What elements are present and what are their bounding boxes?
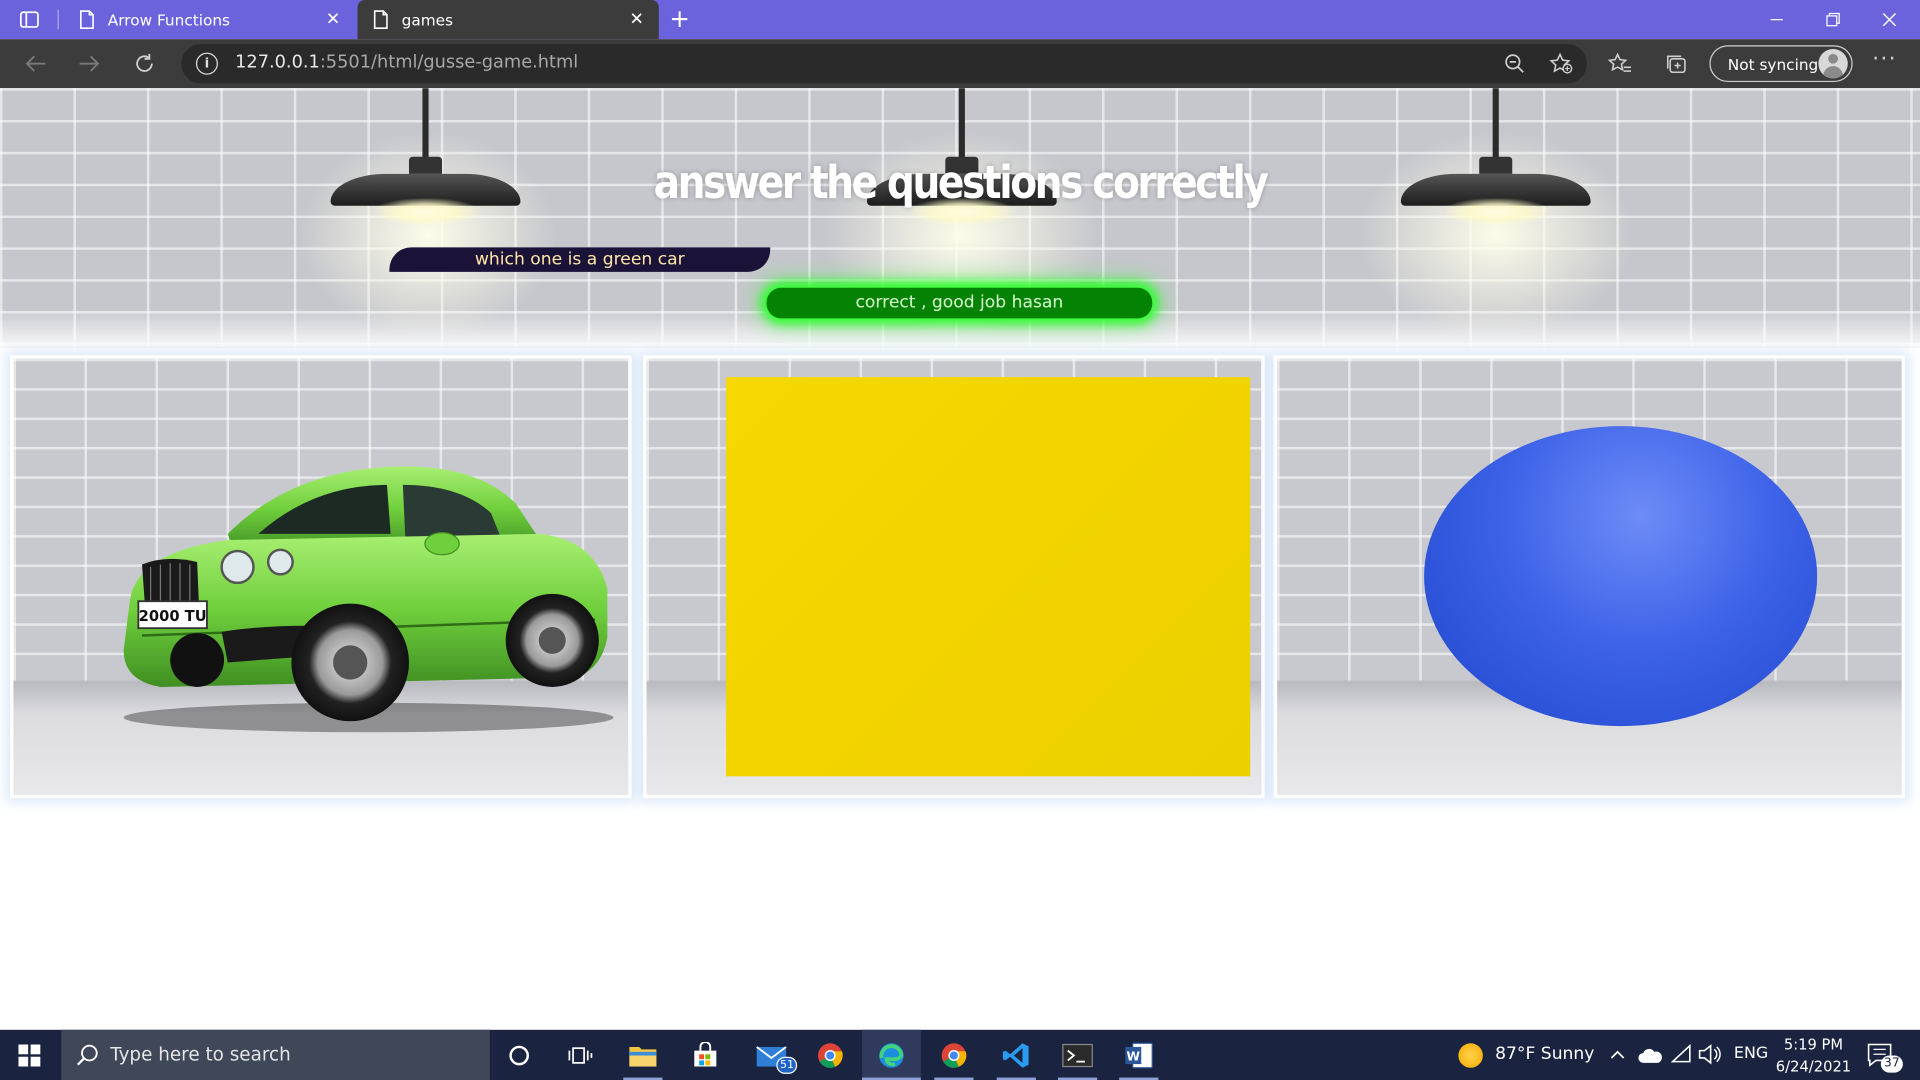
- tab-title: games: [401, 10, 454, 29]
- chevron-up-icon[interactable]: [1609, 1044, 1626, 1067]
- taskbar-search-box[interactable]: Type here to search: [61, 1029, 490, 1080]
- tab-games[interactable]: games ✕: [357, 0, 659, 40]
- add-favorite-icon[interactable]: [1548, 50, 1575, 77]
- url-text[interactable]: 127.0.0.1:5501/html/gusse-game.html: [235, 53, 578, 73]
- site-info-icon[interactable]: i: [195, 52, 218, 75]
- wifi-icon[interactable]: [1670, 1043, 1692, 1070]
- tab-separator: [57, 9, 59, 30]
- chrome-icon[interactable]: [924, 1030, 983, 1080]
- microsoft-store-icon[interactable]: [676, 1030, 735, 1080]
- back-button[interactable]: [17, 47, 54, 81]
- option-card-green-car[interactable]: 2000 TU: [9, 355, 632, 799]
- tab-arrow-functions[interactable]: Arrow Functions ✕: [64, 0, 355, 39]
- favorites-icon[interactable]: [1604, 49, 1636, 78]
- option-card-blue-ellipse[interactable]: [1273, 355, 1906, 799]
- more-menu-icon[interactable]: ···: [1869, 48, 1901, 78]
- search-icon: [76, 1044, 98, 1066]
- chrome-icon[interactable]: [801, 1030, 860, 1080]
- close-window-button[interactable]: [1861, 0, 1917, 39]
- svg-text:W: W: [1127, 1049, 1141, 1063]
- tab-title: Arrow Functions: [107, 10, 231, 29]
- avatar: [1818, 48, 1848, 79]
- mail-badge: 51: [776, 1056, 798, 1074]
- green-car-image: 2000 TU: [123, 466, 614, 733]
- volume-icon[interactable]: [1697, 1043, 1721, 1070]
- page-title: answer the questions correctly: [653, 155, 1269, 210]
- license-plate-text: 2000 TU: [139, 608, 207, 625]
- windows-taskbar: Type here to search 51 W 87°F Sunny ENG …: [0, 1029, 1920, 1080]
- word-icon[interactable]: W: [1109, 1030, 1168, 1080]
- tab-actions-icon[interactable]: [10, 5, 49, 34]
- tab-strip: Arrow Functions ✕ games ✕ +: [0, 0, 1920, 40]
- page-icon: [80, 10, 94, 29]
- search-placeholder: Type here to search: [110, 1043, 291, 1066]
- option-card-yellow-box[interactable]: [642, 355, 1265, 799]
- clock[interactable]: 5:19 PM 6/24/2021: [1771, 1033, 1857, 1077]
- clock-time: 5:19 PM: [1783, 1035, 1844, 1054]
- collections-icon[interactable]: [1660, 49, 1692, 78]
- vscode-icon[interactable]: [987, 1030, 1046, 1080]
- browser-toolbar: i 127.0.0.1:5501/html/gusse-game.html No…: [0, 39, 1920, 89]
- address-bar[interactable]: i 127.0.0.1:5501/html/gusse-game.html: [181, 44, 1587, 84]
- blue-ellipse-image: [1424, 426, 1818, 727]
- minimize-button[interactable]: [1749, 0, 1805, 39]
- weather-icon[interactable]: [1458, 1043, 1483, 1068]
- clock-date: 6/24/2021: [1775, 1057, 1852, 1076]
- cortana-icon[interactable]: [490, 1030, 549, 1080]
- new-tab-button[interactable]: +: [664, 5, 696, 34]
- start-button[interactable]: [0, 1030, 59, 1080]
- weather-text[interactable]: 87°F Sunny: [1495, 1044, 1594, 1064]
- task-view-icon[interactable]: [551, 1030, 610, 1080]
- mail-icon[interactable]: 51: [742, 1030, 801, 1080]
- file-explorer-icon[interactable]: [613, 1030, 672, 1080]
- language-indicator[interactable]: ENG: [1734, 1044, 1768, 1062]
- result-message: correct , good job hasan: [766, 287, 1153, 319]
- refresh-button[interactable]: [126, 47, 163, 81]
- notification-badge: 37: [1880, 1055, 1903, 1073]
- yellow-box-image: [726, 377, 1251, 777]
- forward-button[interactable]: [71, 47, 108, 81]
- close-tab-icon[interactable]: ✕: [627, 10, 647, 30]
- onedrive-icon[interactable]: [1638, 1046, 1662, 1069]
- zoom-icon[interactable]: [1501, 50, 1528, 77]
- edge-icon[interactable]: [862, 1029, 921, 1080]
- question-banner: which one is a green car: [389, 247, 771, 272]
- profile-sync-button[interactable]: Not syncing: [1709, 45, 1853, 83]
- page-icon: [373, 10, 388, 29]
- terminal-icon[interactable]: [1048, 1030, 1107, 1080]
- close-tab-icon[interactable]: ✕: [323, 10, 343, 30]
- game-page: answer the questions correctly which one…: [0, 88, 1920, 1030]
- windows-logo-icon: [18, 1043, 41, 1066]
- sync-label: Not syncing: [1727, 55, 1819, 74]
- restore-button[interactable]: [1805, 0, 1861, 39]
